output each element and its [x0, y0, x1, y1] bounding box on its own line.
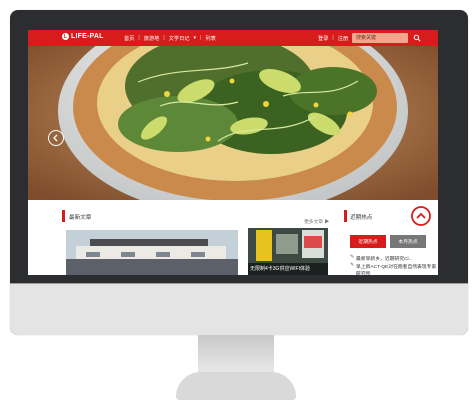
monitor-stand-neck [198, 335, 274, 373]
nav-link-list[interactable]: 列表 [205, 35, 215, 42]
news-item[interactable]: ✎ 最新早新乡，近期研究Cl... [350, 255, 413, 262]
nav-divider: | [200, 35, 202, 41]
monitor-chin [10, 284, 468, 335]
register-link[interactable]: 注册 [338, 35, 348, 42]
news-item[interactable]: ✎ 早上新ACT-QE对在跑者自然表现专家研究所 [350, 263, 438, 275]
section-marker [344, 210, 347, 222]
scroll-up-button[interactable] [410, 205, 432, 232]
top-navigation: L LIFE-PAL 首页 | 旅游地 | 文学日记 ▾ | 列表 登录 | 注… [28, 30, 438, 46]
tab-monthly-hot[interactable]: 本月热点 [390, 235, 426, 248]
chevron-left-icon[interactable] [48, 130, 64, 146]
news-item-text: 最新早新乡，近期研究Cl... [356, 257, 413, 262]
nav-divider: | [163, 35, 165, 41]
main-nav-links: 首页 | 旅游地 | 文学日记 ▾ | 列表 [124, 35, 216, 42]
latest-articles-title: 最新文章 [69, 215, 92, 221]
article-thumbnail-wifi[interactable]: 无限制4卡3G供应WIFI体验 [248, 228, 328, 275]
nav-divider: | [138, 35, 140, 41]
page-content: 最新文章 更多文章 ▶ 无限制4卡3G供应WIFI体验 近期热点 近期热点 本月… [28, 200, 438, 275]
bullet-icon: ✎ [350, 263, 355, 268]
website-screen: L LIFE-PAL 首页 | 旅游地 | 文学日记 ▾ | 列表 登录 | 注… [28, 30, 438, 275]
tab-recent-hot[interactable]: 近期热点 [350, 235, 386, 248]
nav-link-destinations[interactable]: 旅游地 [144, 35, 160, 42]
hero-banner [28, 46, 438, 200]
search-input[interactable]: 搜索关键 [352, 33, 408, 43]
section-marker [62, 210, 65, 222]
nav-link-home[interactable]: 首页 [124, 35, 134, 42]
nav-link-diary[interactable]: 文学日记 [169, 35, 190, 42]
logo[interactable]: L LIFE-PAL [62, 33, 104, 40]
search-icon[interactable] [412, 33, 422, 43]
auth-divider: | [332, 35, 334, 41]
pizza-image [28, 46, 438, 200]
article-thumbnail-building[interactable] [66, 230, 238, 275]
logo-icon: L [62, 33, 69, 40]
news-item-text: 早上新ACT-QE对在跑者自然表现专家研究所 [356, 265, 437, 275]
logo-text: LIFE-PAL [71, 33, 104, 40]
login-link[interactable]: 登录 [318, 35, 328, 42]
hot-topics-title: 近期热点 [350, 215, 373, 221]
more-articles-link[interactable]: 更多文章 ▶ [304, 218, 329, 225]
monitor-stand-base [176, 372, 296, 400]
auth-links: 登录 | 注册 [318, 35, 348, 42]
chevron-down-icon[interactable]: ▾ [193, 35, 196, 42]
article-caption: 无限制4卡3G供应WIFI体验 [248, 263, 328, 275]
bullet-icon: ✎ [350, 255, 355, 260]
